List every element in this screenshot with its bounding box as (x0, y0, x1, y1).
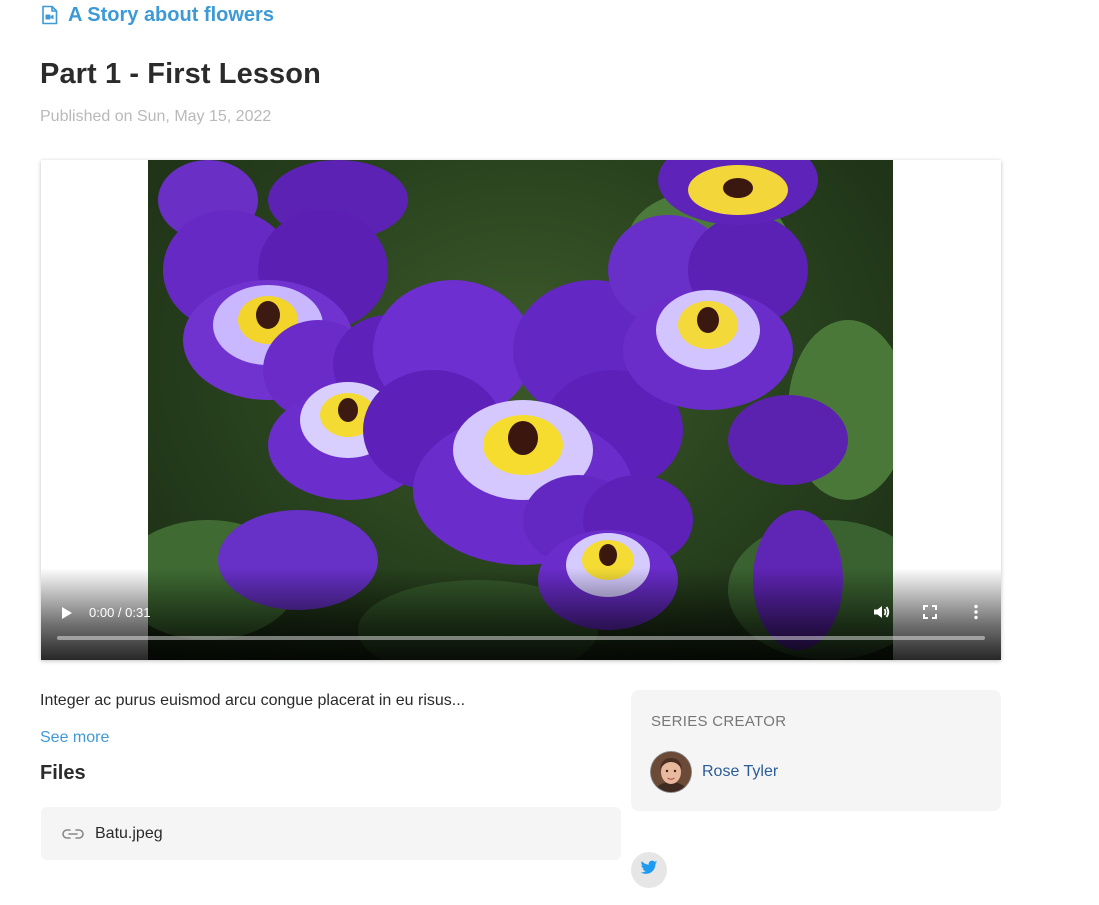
play-icon[interactable] (57, 604, 75, 622)
twitter-icon (640, 860, 658, 881)
creator-profile-link[interactable]: Rose Tyler (651, 752, 778, 792)
video-progress-bar[interactable] (57, 636, 985, 640)
video-controls: 0:00 / 0:31 (41, 568, 1001, 660)
video-time: 0:00 / 0:31 (89, 605, 151, 620)
series-title-link[interactable]: A Story about flowers (40, 2, 274, 28)
video-player[interactable]: 0:00 / 0:31 (41, 160, 1001, 660)
episode-description: Integer ac purus euismod arcu congue pla… (40, 692, 466, 709)
published-date: Published on Sun, May 15, 2022 (40, 108, 272, 125)
creator-name: Rose Tyler (702, 763, 779, 780)
avatar (651, 752, 691, 792)
page-title: Part 1 - First Lesson (40, 58, 321, 90)
twitter-share-button[interactable] (631, 852, 667, 888)
link-icon (61, 826, 85, 842)
more-options-icon[interactable] (967, 603, 985, 621)
fullscreen-icon[interactable] (921, 603, 939, 621)
series-creator-card: SERIES CREATOR Rose Tyler (631, 690, 1001, 811)
see-more-link[interactable]: See more (40, 729, 109, 747)
file-name: Batu.jpeg (95, 824, 163, 842)
volume-icon[interactable] (871, 602, 891, 622)
files-heading: Files (40, 762, 86, 784)
file-item[interactable]: Batu.jpeg (41, 807, 621, 860)
video-file-icon (40, 5, 59, 25)
series-creator-label: SERIES CREATOR (651, 713, 787, 730)
series-title: A Story about flowers (68, 3, 274, 26)
